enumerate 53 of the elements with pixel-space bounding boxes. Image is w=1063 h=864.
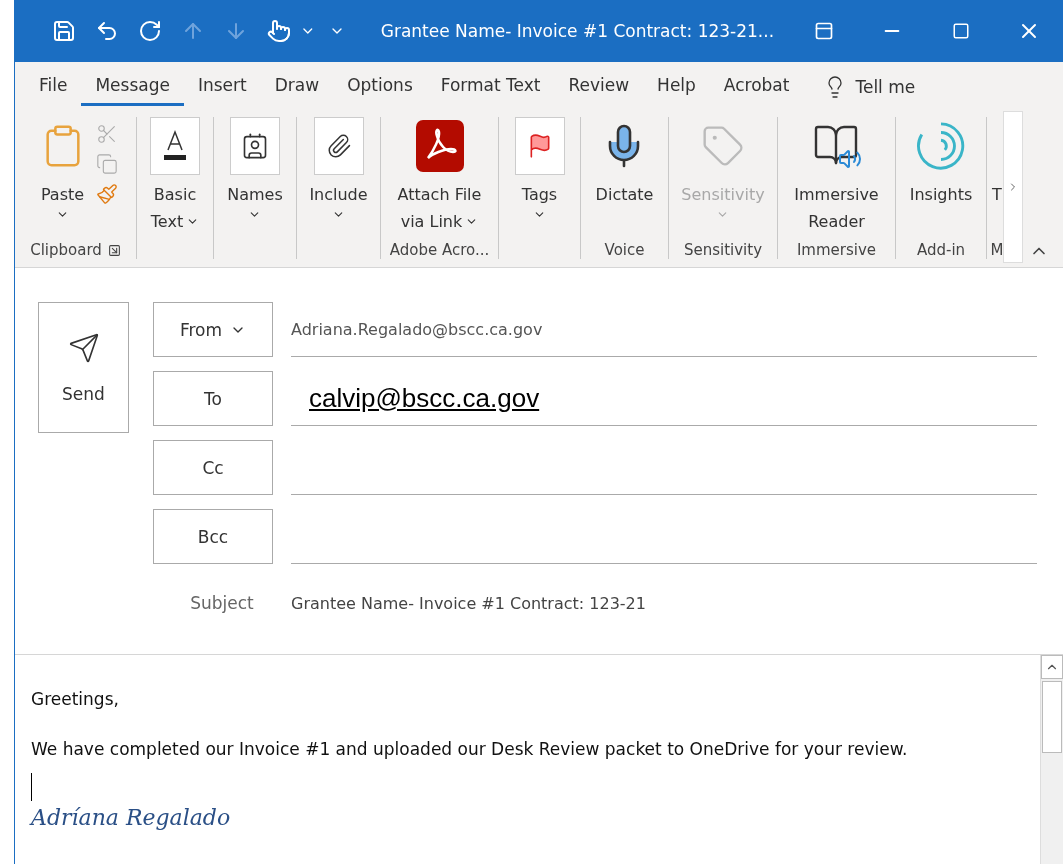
ribbon-button[interactable]: Dictate — [591, 117, 658, 208]
group-label: Voice — [604, 241, 645, 260]
send-icon — [67, 331, 100, 364]
scissors-icon[interactable] — [95, 123, 118, 145]
group-label: Add-in — [916, 241, 966, 260]
address-field[interactable]: Adriana.Regalado@bscc.ca.gov — [291, 302, 1037, 358]
vertical-scrollbar[interactable] — [1040, 655, 1063, 864]
tag-icon — [701, 124, 745, 168]
copy-icon[interactable] — [95, 153, 118, 175]
menu-tab[interactable]: Draw — [260, 67, 334, 107]
tell-me-field[interactable]: Tell me — [855, 76, 916, 97]
address-button[interactable]: Bcc — [153, 509, 273, 565]
ribbon-button[interactable]: Names — [223, 117, 287, 221]
menu-tab[interactable]: Review — [554, 67, 644, 107]
group-label: Clipboard — [30, 241, 102, 260]
contact-card-icon — [241, 132, 269, 160]
address-button[interactable]: To — [153, 371, 273, 427]
ribbon-scroll-panel[interactable] — [1003, 111, 1023, 263]
address-button[interactable]: Cc — [153, 440, 273, 496]
address-button[interactable]: From — [153, 302, 273, 358]
ribbon-button[interactable]: Insights — [905, 117, 977, 208]
pdf-logo-icon — [415, 120, 464, 172]
ribbon-button[interactable]: Paste — [33, 117, 92, 221]
paintbrush-icon[interactable] — [95, 183, 118, 205]
text-cursor — [31, 773, 32, 801]
ribbon-button[interactable]: Tags — [510, 117, 569, 221]
group-label: M — [990, 241, 1004, 260]
menu-tab[interactable]: Options — [333, 67, 427, 107]
ribbon-button[interactable]: Attach File via Link — [393, 117, 486, 235]
ribbon-button[interactable]: Basic Text — [146, 117, 204, 235]
address-field[interactable]: calvip@bscc.ca.gov — [291, 371, 1037, 427]
group-label: Adobe Acro... — [389, 241, 490, 260]
signature: Adríana Regalado — [31, 805, 231, 830]
subject-label: Subject — [189, 593, 255, 614]
send-button[interactable]: Send — [38, 302, 129, 434]
group-label: Immersive — [796, 241, 877, 260]
menu-tab[interactable]: Acrobat — [709, 67, 804, 107]
menu-tab[interactable]: Message — [81, 67, 184, 107]
group-label: Sensitivity — [683, 241, 763, 260]
menu-tab[interactable]: File — [25, 67, 82, 107]
subject-field[interactable]: Grantee Name- Invoice #1 Contract: 123-21 — [291, 593, 646, 613]
body-paragraph: Greetings, — [31, 689, 120, 709]
dialog-launcher-icon[interactable] — [107, 243, 121, 257]
concentric-arcs-icon — [916, 120, 966, 172]
menu-tab[interactable]: Help — [643, 67, 710, 107]
scroll-up-icon[interactable] — [1041, 655, 1063, 679]
menu-tab[interactable]: Format Text — [426, 67, 555, 107]
scroll-thumb[interactable] — [1042, 681, 1062, 753]
body-paragraph: We have completed our Invoice #1 and uploaded our Desk Review packet to OneDrive for your review. — [31, 739, 909, 759]
window-title: Grantee Name- Invoice #1 Contract: 123-21... — [380, 21, 776, 42]
menu-tab[interactable]: Insert — [183, 67, 261, 107]
ribbon-button[interactable]: Immersive Reader — [790, 117, 883, 235]
ribbon-button[interactable]: Include — [305, 117, 372, 221]
